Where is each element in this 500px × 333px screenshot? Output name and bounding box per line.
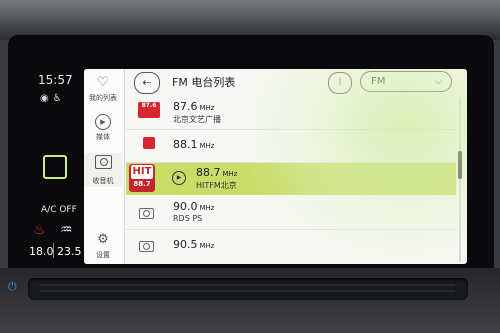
dashboard-trim (0, 0, 500, 40)
station-row[interactable]: 90.0 MHz RDS PS (126, 197, 456, 230)
seat-ventilation-icon[interactable]: ♒ (60, 222, 73, 238)
nav-divider (124, 69, 125, 264)
station-name: HITFM北京 (196, 181, 237, 190)
person-icon: ♿ (52, 93, 66, 104)
back-button[interactable]: ⇠ (134, 72, 160, 94)
heart-icon: ♡ (97, 75, 109, 90)
band-select[interactable]: FM ⌵ (360, 71, 452, 92)
station-name: 北京文艺广播 (173, 115, 221, 124)
nav-item-my-list[interactable]: ♡ 我的列表 (84, 75, 122, 103)
now-playing-icon: ▶ (172, 171, 186, 185)
temp-left[interactable]: 18.0 (29, 245, 54, 258)
station-frequency: 87.6 MHz (173, 100, 215, 113)
globe-icon: ◉ (40, 93, 53, 104)
vent-slat (40, 290, 455, 292)
gear-icon: ⚙ (97, 232, 109, 247)
power-icon[interactable]: ⏻ (8, 280, 17, 294)
nav-label: 设置 (96, 251, 110, 259)
page-title: FM 电台列表 (172, 76, 236, 89)
infotainment-screen: ♡ 我的列表 ▶ 媒体 收音机 ⚙ 设置 ⇠ FM 电台列表 ⦚ FM ⌵ 87… (84, 69, 467, 264)
temp-divider (53, 243, 54, 258)
station-row-selected[interactable]: HIT 88.7 ▶ 88.7 MHz HITFM北京 (126, 163, 456, 195)
station-frequency: 88.7 MHz (196, 166, 238, 179)
station-name: RDS PS (173, 214, 203, 223)
radio-icon (139, 208, 154, 219)
climate-strip: 15:57 ◉♿ A/C OFF ♨ ♒ 18.0 23.5 (25, 65, 85, 265)
station-logo: HIT 88.7 (129, 164, 155, 192)
station-row[interactable]: 87.6 87.6 MHz 北京文艺广播 (126, 97, 456, 130)
play-circle-icon: ▶ (95, 114, 111, 130)
vent-slat (40, 284, 455, 286)
waveform-icon: ⦚ (338, 77, 342, 88)
station-frequency: 90.0 MHz (173, 200, 215, 213)
temp-right[interactable]: 23.5 (57, 245, 82, 258)
nav-item-media[interactable]: ▶ 媒体 (84, 113, 122, 142)
ac-status[interactable]: A/C OFF (41, 205, 77, 215)
nav-label: 媒体 (96, 133, 110, 141)
nav-label: 收音机 (92, 177, 114, 185)
band-select-value: FM (371, 76, 386, 87)
scrollbar-thumb[interactable] (458, 151, 462, 179)
chevron-down-icon: ⌵ (435, 77, 442, 87)
clock: 15:57 (38, 73, 73, 87)
station-list: 87.6 87.6 MHz 北京文艺广播 88.1 MHz HIT 88.7 ▶ 8… (126, 97, 456, 264)
nav-item-settings[interactable]: ⚙ 设置 (84, 232, 122, 260)
nav-item-radio[interactable]: 收音机 (84, 153, 122, 187)
station-row[interactable]: 90.5 MHz (126, 230, 456, 262)
status-icons: ◉♿ (40, 93, 66, 104)
equalizer-button[interactable]: ⦚ (328, 72, 352, 94)
side-nav: ♡ 我的列表 ▶ 媒体 收音机 ⚙ 设置 (84, 69, 122, 264)
station-logo: 87.6 (138, 102, 160, 118)
station-frequency: 88.1 MHz (173, 138, 215, 151)
radio-icon (94, 155, 112, 169)
seat-heat-icon[interactable]: ♨ (33, 222, 46, 238)
scrollbar-track[interactable] (459, 97, 461, 262)
station-frequency: 90.5 MHz (173, 238, 215, 251)
home-button[interactable] (43, 155, 67, 179)
station-row[interactable]: 88.1 MHz (126, 130, 456, 163)
air-vent (28, 278, 468, 300)
nav-label: 我的列表 (89, 94, 117, 102)
station-logo (138, 135, 160, 151)
radio-icon (139, 241, 154, 252)
